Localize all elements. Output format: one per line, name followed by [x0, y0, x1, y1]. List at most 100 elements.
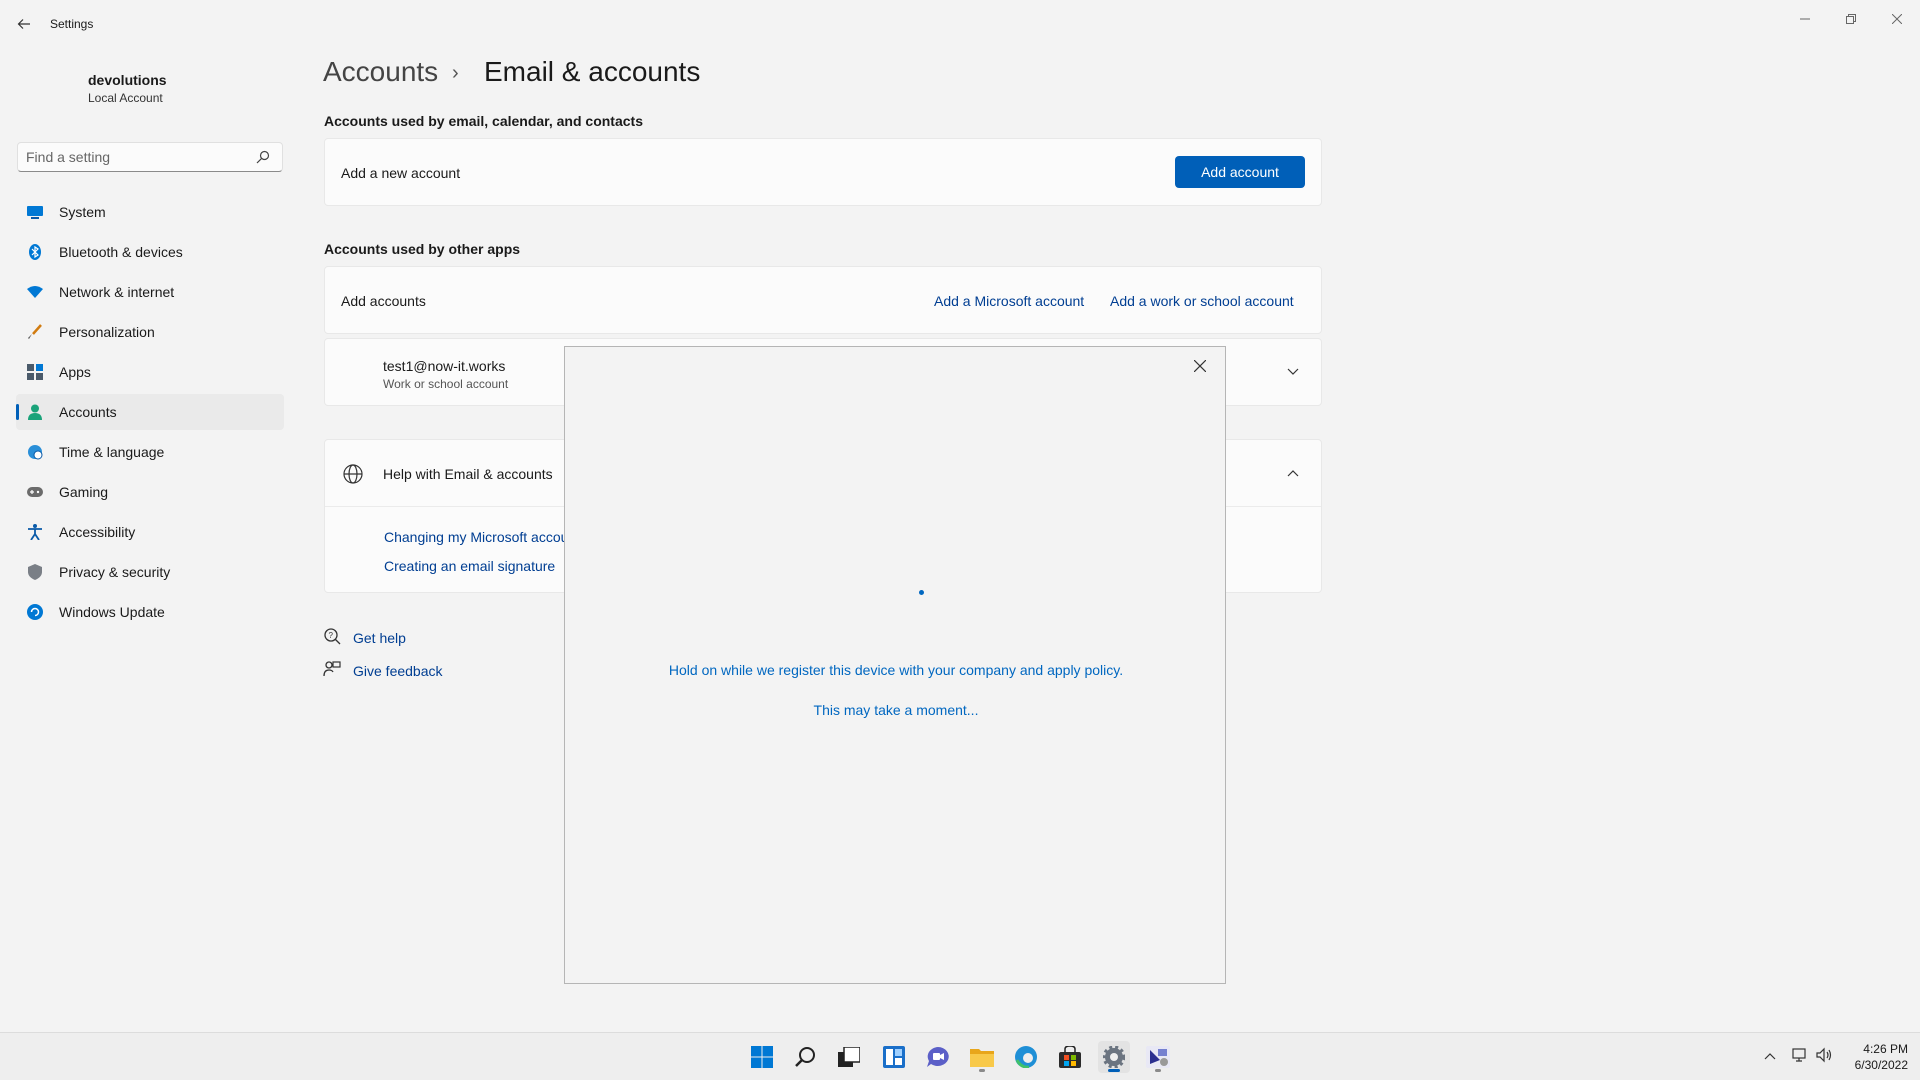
profile-name: devolutions: [88, 72, 167, 88]
globe-clock-icon: [27, 444, 43, 460]
search-icon: [795, 1047, 815, 1067]
sidebar-item-label: Accessibility: [59, 524, 136, 540]
app-title: Settings: [50, 17, 94, 31]
add-accounts-label: Add accounts: [341, 293, 426, 309]
sidebar-item-gaming[interactable]: Gaming: [16, 474, 284, 510]
loading-spinner-icon: [919, 590, 924, 595]
help-link[interactable]: Creating an email signature: [384, 558, 555, 574]
sidebar-item-windows-update[interactable]: Windows Update: [16, 594, 284, 630]
remote-desktop-manager-button[interactable]: [1142, 1041, 1174, 1073]
back-button[interactable]: [12, 12, 36, 36]
back-arrow-icon: [17, 19, 30, 29]
add-account-button[interactable]: Add account: [1175, 156, 1305, 188]
email-section-title: Accounts used by email, calendar, and co…: [324, 113, 643, 129]
give-feedback-link[interactable]: Give feedback: [353, 663, 443, 679]
sidebar-item-privacy[interactable]: Privacy & security: [16, 554, 284, 590]
task-view-button[interactable]: [833, 1041, 865, 1073]
sidebar-item-label: Network & internet: [59, 284, 175, 300]
sidebar-item-label: Bluetooth & devices: [59, 244, 183, 260]
edge-icon: [1015, 1046, 1037, 1068]
shield-icon: [27, 564, 43, 580]
close-button[interactable]: [1874, 4, 1920, 34]
network-icon[interactable]: [1792, 1047, 1808, 1066]
minimize-button[interactable]: [1782, 4, 1828, 34]
sidebar-item-label: Privacy & security: [59, 564, 171, 580]
bluetooth-icon: [27, 244, 43, 260]
chevron-down-icon[interactable]: [1287, 365, 1299, 379]
profile-account-type: Local Account: [88, 91, 163, 105]
system-clock[interactable]: 4:26 PM 6/30/2022: [1855, 1041, 1908, 1073]
get-help-link[interactable]: Get help: [353, 630, 406, 646]
system-icon: [27, 204, 43, 220]
sidebar-item-label: Gaming: [59, 484, 109, 500]
sidebar-item-personalization[interactable]: Personalization: [16, 314, 284, 350]
add-accounts-card: Add accounts Add a Microsoft account Add…: [324, 266, 1322, 334]
chevron-up-icon[interactable]: [1764, 1049, 1776, 1063]
sidebar-item-time-language[interactable]: Time & language: [16, 434, 284, 470]
sidebar-item-label: Personalization: [59, 324, 155, 340]
gamepad-icon: [27, 484, 43, 500]
sidebar-item-label: Time & language: [59, 444, 165, 460]
add-microsoft-account-link[interactable]: Add a Microsoft account: [934, 293, 1084, 309]
chevron-up-icon[interactable]: [1287, 466, 1299, 480]
dialog-message: Hold on while we register this device wi…: [668, 662, 1124, 678]
start-button[interactable]: [746, 1041, 778, 1073]
search-icon[interactable]: [256, 150, 270, 164]
apps-section-title: Accounts used by other apps: [324, 241, 521, 257]
sidebar-item-accounts[interactable]: Accounts: [16, 394, 284, 430]
sidebar-item-accessibility[interactable]: Accessibility: [16, 514, 284, 550]
add-work-school-account-link[interactable]: Add a work or school account: [1110, 293, 1294, 309]
settings-icon: [1103, 1046, 1125, 1068]
settings-search-box[interactable]: [17, 142, 283, 172]
chat-button[interactable]: [922, 1041, 954, 1073]
svg-text:?: ?: [329, 631, 334, 640]
dialog-close-button[interactable]: [1189, 355, 1211, 377]
get-help-row[interactable]: ? Get help: [323, 627, 406, 648]
add-new-account-card: Add a new account Add account: [324, 138, 1322, 206]
taskbar: 4:26 PM 6/30/2022: [0, 1032, 1920, 1080]
sidebar-item-bluetooth[interactable]: Bluetooth & devices: [16, 234, 284, 270]
accessibility-icon: [27, 524, 43, 540]
sidebar-nav: System Bluetooth & devices Network & int…: [16, 194, 284, 634]
help-link[interactable]: Changing my Microsoft account: [384, 529, 580, 545]
widgets-button[interactable]: [878, 1041, 910, 1073]
sidebar-item-apps[interactable]: Apps: [16, 354, 284, 390]
person-icon: [27, 404, 43, 420]
feedback-icon: [323, 660, 341, 681]
taskbar-search-button[interactable]: [790, 1041, 822, 1073]
close-icon: [1892, 14, 1902, 24]
sidebar-item-network[interactable]: Network & internet: [16, 274, 284, 310]
help-title: Help with Email & accounts: [383, 466, 553, 482]
volume-icon[interactable]: [1816, 1047, 1832, 1066]
restore-button[interactable]: [1828, 4, 1874, 34]
get-help-icon: ?: [323, 627, 341, 648]
settings-taskbar-button[interactable]: [1098, 1041, 1130, 1073]
sidebar-item-label: Apps: [59, 364, 91, 380]
brush-icon: [27, 324, 43, 340]
clock-time: 4:26 PM: [1863, 1042, 1908, 1056]
store-button[interactable]: [1054, 1041, 1086, 1073]
widgets-icon: [883, 1046, 905, 1068]
add-new-account-label: Add a new account: [341, 165, 461, 181]
dialog-submessage: This may take a moment...: [813, 702, 979, 718]
sidebar-item-label: Accounts: [59, 404, 117, 420]
search-input[interactable]: [26, 148, 246, 166]
title-bar: Settings: [0, 0, 1920, 48]
minimize-icon: [1800, 18, 1810, 20]
device-registration-dialog: Hold on while we register this device wi…: [564, 346, 1226, 984]
task-view-icon: [838, 1047, 860, 1067]
give-feedback-row[interactable]: Give feedback: [323, 660, 443, 681]
remote-desktop-manager-icon: [1146, 1046, 1170, 1068]
file-explorer-button[interactable]: [966, 1041, 998, 1073]
close-icon: [1194, 360, 1206, 372]
sidebar-item-label: Windows Update: [59, 604, 165, 620]
breadcrumb-root[interactable]: Accounts: [323, 56, 438, 88]
page-title: Email & accounts: [484, 56, 701, 87]
globe-icon: [343, 464, 363, 489]
edge-button[interactable]: [1010, 1041, 1042, 1073]
account-type: Work or school account: [383, 377, 509, 391]
sidebar-item-system[interactable]: System: [16, 194, 284, 230]
breadcrumb-separator: ›: [452, 62, 459, 84]
apps-icon: [27, 364, 43, 380]
restore-icon: [1846, 14, 1856, 24]
